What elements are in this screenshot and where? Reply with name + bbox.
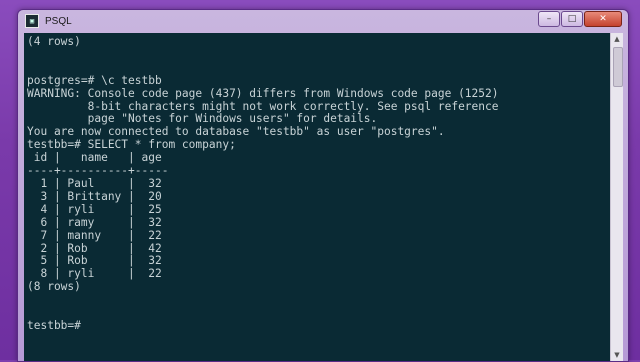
console-line: 2 | Rob | 42	[27, 241, 162, 255]
scroll-down-button[interactable]: ▼	[611, 349, 623, 361]
scroll-up-button[interactable]: ▲	[611, 33, 623, 45]
console-line: postgres=# \c testbb	[27, 73, 162, 87]
console-line: ----+----------+-----	[27, 164, 169, 178]
close-button[interactable]: ✕	[584, 11, 622, 27]
scrollbar-thumb[interactable]	[613, 47, 623, 87]
console-line: 8-bit characters might not work correctl…	[27, 99, 499, 113]
maximize-button[interactable]: □	[561, 11, 583, 27]
scroll-down-icon: ▼	[614, 350, 620, 359]
console-output-area[interactable]: (4 rows) postgres=# \c testbb WARNING: C…	[24, 33, 610, 361]
maximize-icon: □	[567, 13, 577, 24]
title-bar[interactable]: ▣ PSQL – □ ✕	[18, 10, 628, 32]
console-line: 3 | Brittany | 20	[27, 189, 162, 203]
console-line: testbb=# SELECT * from company;	[27, 138, 236, 152]
vertical-scrollbar[interactable]: ▲ ▼	[610, 33, 623, 361]
window-controls: – □ ✕	[538, 11, 622, 27]
console-line: 5 | Rob | 32	[27, 254, 162, 268]
console-line: 1 | Paul | 32	[27, 176, 162, 190]
minimize-icon: –	[546, 13, 552, 24]
console-line: 8 | ryli | 22	[27, 267, 162, 281]
console-text[interactable]: (4 rows) postgres=# \c testbb WARNING: C…	[24, 33, 610, 333]
minimize-button[interactable]: –	[538, 11, 560, 27]
psql-window: ▣ PSQL – □ ✕ (4 rows) postgres=# \c test…	[17, 9, 629, 362]
console-line: (4 rows)	[27, 35, 81, 48]
console-line: (8 rows)	[27, 280, 81, 294]
console-line: 6 | ramy | 32	[27, 215, 162, 229]
terminal-icon[interactable]: ▣	[25, 14, 39, 28]
window-title: PSQL	[45, 15, 72, 27]
console-line: WARNING: Console code page (437) differs…	[27, 86, 499, 100]
terminal-icon-glyph: ▣	[29, 16, 35, 25]
close-icon: ✕	[599, 13, 607, 24]
console-line: You are now connected to database "testb…	[27, 125, 445, 139]
console-line: 4 | ryli | 25	[27, 202, 162, 216]
console-line: testbb=#	[27, 318, 81, 332]
desktop-background: ▣ PSQL – □ ✕ (4 rows) postgres=# \c test…	[0, 0, 640, 362]
console-line: 7 | manny | 22	[27, 228, 162, 242]
console-line: page "Notes for Windows users" for detai…	[27, 112, 378, 126]
scroll-up-icon: ▲	[614, 34, 620, 43]
console-line: id | name | age	[27, 151, 162, 165]
